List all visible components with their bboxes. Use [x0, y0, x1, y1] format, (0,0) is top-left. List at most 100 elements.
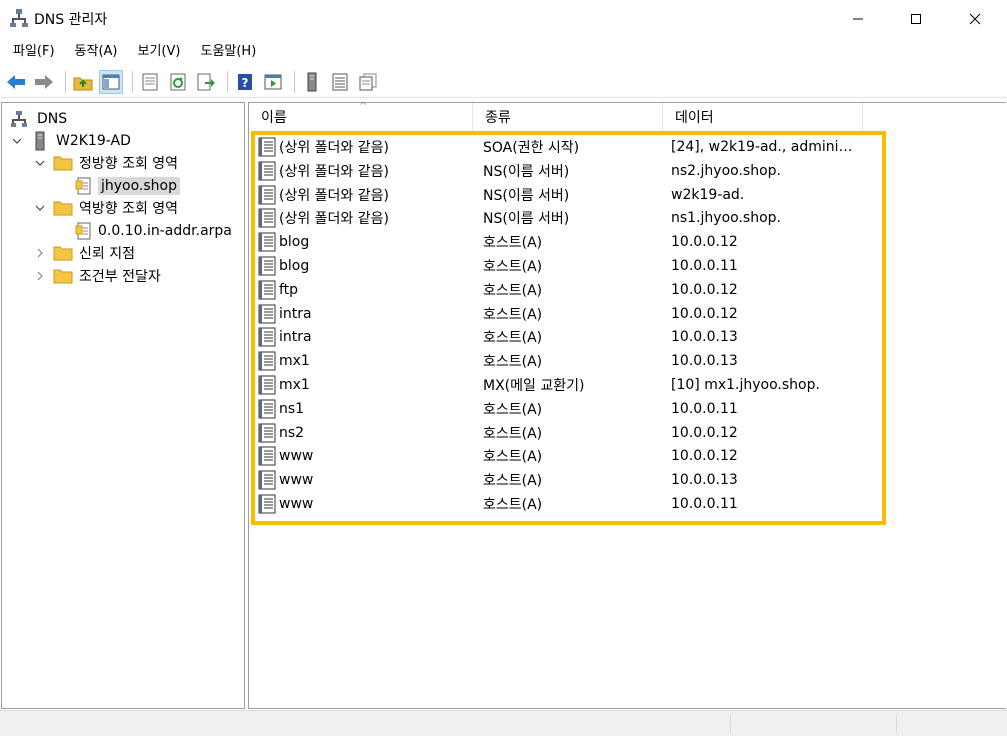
- maximize-button[interactable]: [893, 0, 939, 38]
- dns-record-icon: [257, 161, 277, 181]
- column-header-data[interactable]: 데이터: [663, 103, 863, 131]
- table-row[interactable]: ns2 호스트(A) 10.0.0.12: [249, 421, 1006, 445]
- table-row[interactable]: www 호스트(A) 10.0.0.13: [249, 468, 1006, 492]
- table-row[interactable]: www 호스트(A) 10.0.0.11: [249, 492, 1006, 516]
- record-data: 10.0.0.11: [671, 400, 738, 417]
- record-data: ns1.jhyoo.shop.: [671, 210, 781, 227]
- table-row[interactable]: (상위 폴더와 같음) NS(이름 서버) w2k19-ad.: [249, 183, 1006, 207]
- record-name-cell: www: [257, 470, 313, 490]
- properties-button[interactable]: [138, 70, 162, 94]
- tree-item-zone-jhyoo-shop[interactable]: jhyoo.shop: [74, 175, 181, 196]
- table-row[interactable]: intra 호스트(A) 10.0.0.13: [249, 325, 1006, 349]
- menu-view[interactable]: 보기(V): [131, 41, 188, 63]
- tree-item-trust-points[interactable]: 신뢰 지점: [33, 242, 135, 263]
- export-list-button[interactable]: [194, 70, 218, 94]
- menu-bar: 파일(F) 동작(A) 보기(V) 도움말(H): [0, 40, 1007, 64]
- record-data: 10.0.0.12: [671, 448, 738, 465]
- title-bar: DNS 관리자: [0, 0, 1007, 38]
- tree-item-dns[interactable]: DNS: [9, 108, 67, 129]
- record-name: intra: [279, 305, 312, 322]
- table-row[interactable]: (상위 폴더와 같음) NS(이름 서버) ns1.jhyoo.shop.: [249, 206, 1006, 230]
- dns-record-icon: [257, 446, 277, 466]
- tree-item-reverse-lookup-zones[interactable]: 역방향 조회 영역: [33, 197, 178, 218]
- expand-chevron-icon[interactable]: [33, 246, 47, 260]
- dns-record-icon: [257, 208, 277, 228]
- expand-chevron-icon[interactable]: [33, 269, 47, 283]
- export-list-icon: [197, 73, 215, 90]
- table-row[interactable]: mx1 호스트(A) 10.0.0.13: [249, 349, 1006, 373]
- record-data: 10.0.0.11: [671, 496, 738, 512]
- record-type: 호스트(A): [483, 449, 543, 466]
- record-data: 10.0.0.13: [671, 353, 738, 370]
- record-type: NS(이름 서버): [483, 211, 570, 228]
- table-row[interactable]: (상위 폴더와 같음) NS(이름 서버) ns2.jhyoo.shop.: [249, 159, 1006, 183]
- record-name: blog: [279, 234, 310, 251]
- console-tree: DNS W2K19-AD 정방향 조회 영역 jhyoo.shop 역방향 조회…: [1, 102, 245, 709]
- record-type: NS(이름 서버): [483, 187, 570, 204]
- record-list-button[interactable]: [328, 70, 352, 94]
- table-row[interactable]: intra 호스트(A) 10.0.0.12: [249, 302, 1006, 326]
- record-name: (상위 폴더와 같음): [279, 187, 389, 204]
- tree-label-reverse-lookup-zones: 역방향 조회 영역: [79, 200, 179, 217]
- collapse-chevron-icon[interactable]: [10, 134, 24, 148]
- record-name-cell: intra: [257, 327, 312, 347]
- tree-item-zone-reverse[interactable]: 0.0.10.in-addr.arpa: [74, 220, 232, 241]
- table-row[interactable]: blog 호스트(A) 10.0.0.12: [249, 230, 1006, 254]
- column-header-type[interactable]: 종류: [473, 103, 663, 131]
- tree-item-conditional-forwarders[interactable]: 조건부 전달자: [33, 265, 161, 286]
- menu-file[interactable]: 파일(F): [6, 41, 62, 63]
- help-button[interactable]: ?: [233, 70, 257, 94]
- table-row[interactable]: ns1 호스트(A) 10.0.0.11: [249, 397, 1006, 421]
- up-level-button[interactable]: [71, 70, 95, 94]
- server-button[interactable]: [300, 70, 324, 94]
- tree-item-forward-lookup-zones[interactable]: 정방향 조회 영역: [33, 152, 178, 173]
- table-row[interactable]: blog 호스트(A) 10.0.0.11: [249, 254, 1006, 278]
- back-button[interactable]: [4, 70, 28, 94]
- refresh-button[interactable]: [166, 70, 190, 94]
- column-label-name: 이름: [261, 110, 287, 126]
- column-header-name[interactable]: 이름 ^: [249, 101, 473, 131]
- record-name-cell: blog: [257, 232, 309, 252]
- record-data: 10.0.0.12: [671, 234, 738, 251]
- record-data: ns2.jhyoo.shop.: [671, 162, 781, 179]
- copy-record-icon: [359, 73, 377, 90]
- show-hide-console-tree-button[interactable]: [99, 69, 123, 94]
- run-button[interactable]: [261, 70, 285, 94]
- record-name: (상위 폴더와 같음): [279, 211, 389, 228]
- window-title: DNS 관리자: [34, 12, 108, 28]
- forward-button[interactable]: [32, 70, 56, 94]
- copy-record-button[interactable]: [356, 70, 380, 94]
- list-header: 이름 ^ 종류 데이터: [249, 101, 1006, 131]
- dns-record-icon: [257, 280, 277, 300]
- dns-record-icon: [257, 304, 277, 324]
- table-row[interactable]: www 호스트(A) 10.0.0.12: [249, 444, 1006, 468]
- record-type: 호스트(A): [483, 497, 543, 513]
- dns-record-icon: [257, 399, 277, 419]
- tree-label-zone-jhyoo-shop: jhyoo.shop: [98, 176, 181, 195]
- record-list-icon: [332, 73, 348, 90]
- record-data: [10] mx1.jhyoo.shop.: [671, 377, 820, 393]
- collapse-chevron-icon[interactable]: [33, 156, 47, 170]
- menu-help[interactable]: 도움말(H): [193, 41, 263, 63]
- server-icon: [30, 131, 50, 150]
- table-row[interactable]: ftp 호스트(A) 10.0.0.12: [249, 278, 1006, 302]
- minimize-button[interactable]: [835, 0, 881, 38]
- close-button[interactable]: [952, 0, 998, 38]
- run-icon: [264, 74, 282, 89]
- record-data: w2k19-ad.: [671, 186, 745, 203]
- table-row[interactable]: (상위 폴더와 같음) SOA(권한 시작) [24], w2k19-ad., ad…: [249, 135, 1006, 159]
- forward-icon: [35, 74, 53, 89]
- record-name: www: [279, 472, 314, 489]
- record-name: www: [279, 496, 314, 512]
- record-data: 10.0.0.11: [671, 258, 738, 274]
- tree-item-server[interactable]: W2K19-AD: [10, 130, 131, 151]
- record-name-cell: intra: [257, 304, 312, 324]
- column-label-type: 종류: [485, 110, 511, 126]
- tree-label-dns: DNS: [37, 110, 68, 127]
- table-row[interactable]: mx1 MX(메일 교환기) [10] mx1.jhyoo.shop.: [249, 373, 1006, 397]
- record-data: [24], w2k19-ad., administra...: [671, 139, 857, 155]
- record-type: 호스트(A): [483, 401, 543, 418]
- folder-icon: [53, 199, 73, 217]
- collapse-chevron-icon[interactable]: [33, 201, 47, 215]
- menu-action[interactable]: 동작(A): [68, 41, 125, 63]
